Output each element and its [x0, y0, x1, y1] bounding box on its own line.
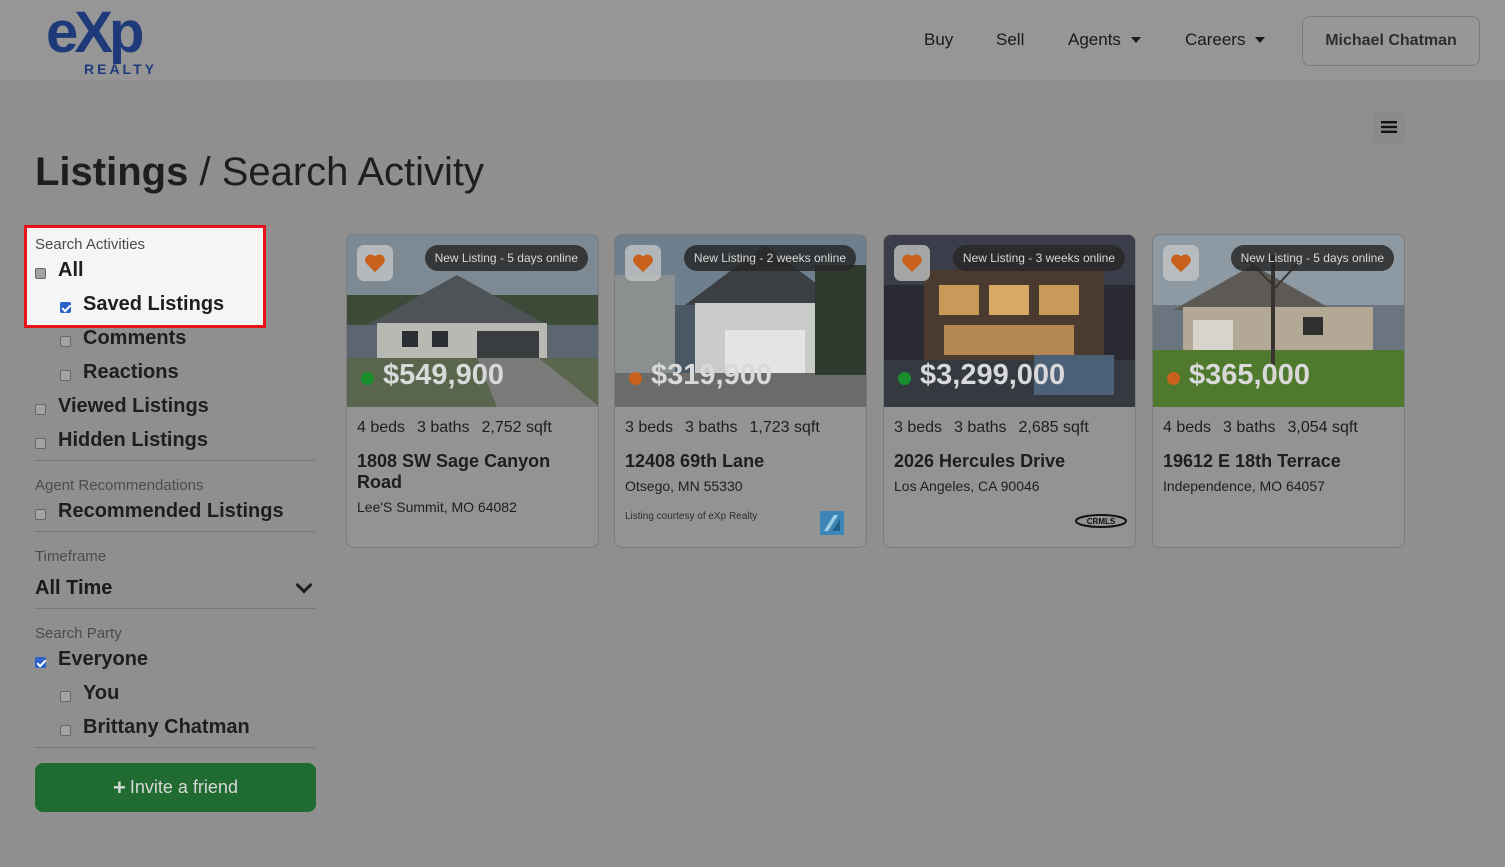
divider [35, 747, 316, 748]
checkbox[interactable] [60, 335, 71, 347]
listing-city: Los Angeles, CA 90046 [894, 478, 1040, 494]
listing-price: $549,900 [361, 359, 504, 392]
filter-viewed-listings[interactable]: Viewed Listings [35, 389, 316, 423]
filter-brittany-chatman[interactable]: Brittany Chatman [35, 710, 316, 744]
checkbox[interactable] [60, 724, 71, 736]
listing-photo[interactable]: New Listing - 2 weeks online $319,900 [615, 235, 866, 407]
listing-address[interactable]: 1808 SW Sage Canyon Road [347, 437, 598, 493]
hamburger-icon [1381, 121, 1397, 133]
heart-icon [633, 254, 653, 273]
checkbox[interactable] [35, 267, 46, 279]
listing-card[interactable]: New Listing - 5 days online $549,900 4 b… [346, 234, 599, 548]
listing-age-badge: New Listing - 3 weeks online [952, 245, 1125, 271]
page-title: Listings / Search Activity [35, 150, 485, 194]
listing-card[interactable]: New Listing - 5 days online $365,000 4 b… [1152, 234, 1405, 548]
nav-buy[interactable]: Buy [924, 30, 953, 50]
filter-sidebar: Search Activities All Saved Listings Com… [35, 228, 316, 812]
listing-specs: 4 beds 3 baths 3,054 sqft [1163, 419, 1358, 436]
checkbox[interactable] [60, 369, 71, 381]
listing-photo[interactable]: New Listing - 5 days online $365,000 [1153, 235, 1404, 407]
nav-sell[interactable]: Sell [996, 30, 1024, 50]
listing-photo[interactable]: New Listing - 5 days online $549,900 [347, 235, 598, 407]
divider [35, 460, 316, 461]
user-account-button[interactable]: Michael Chatman [1302, 16, 1480, 66]
listing-age-badge: New Listing - 5 days online [1230, 245, 1394, 271]
status-dot [629, 372, 642, 385]
divider [35, 531, 316, 532]
favorite-button[interactable] [357, 245, 393, 281]
filter-all[interactable]: All [35, 253, 316, 287]
checkbox[interactable] [35, 403, 46, 415]
checkbox[interactable] [35, 508, 46, 520]
heart-icon [1171, 254, 1191, 273]
filter-saved-listings[interactable]: Saved Listings [35, 287, 316, 321]
listing-specs: 4 beds 3 baths 2,752 sqft [357, 419, 552, 436]
listing-price: $365,000 [1167, 359, 1310, 392]
section-label-search-party: Search Party [35, 625, 122, 642]
timeframe-select[interactable]: All Time [35, 571, 316, 605]
exp-realty-logo[interactable]: eXp REALTY [46, 4, 186, 78]
breadcrumb-listings[interactable]: Listings [35, 150, 188, 194]
favorite-button[interactable] [1163, 245, 1199, 281]
filter-reactions[interactable]: Reactions [35, 355, 316, 389]
filter-recommended-listings[interactable]: Recommended Listings [35, 494, 316, 528]
listing-address[interactable]: 19612 E 18th Terrace [1153, 437, 1404, 472]
filter-you[interactable]: You [35, 676, 316, 710]
section-label-search-activities: Search Activities [35, 236, 146, 253]
checkbox[interactable] [60, 690, 71, 702]
caret-down-icon [1255, 37, 1266, 43]
listing-specs: 3 beds 3 baths 1,723 sqft [625, 419, 820, 436]
divider [35, 608, 316, 609]
svg-text:eXp: eXp [46, 4, 143, 65]
crmls-logo: CRMLS [1075, 514, 1127, 528]
listing-photo[interactable]: New Listing - 3 weeks online $3,299,000 [884, 235, 1135, 407]
nav-agents-dropdown[interactable]: Agents [1068, 30, 1141, 50]
listing-address[interactable]: 2026 Hercules Drive [884, 437, 1135, 472]
caret-down-icon [1130, 37, 1141, 43]
listing-price: $319,900 [629, 359, 772, 392]
menu-toggle-button[interactable] [1373, 111, 1405, 143]
breadcrumb-current: Search Activity [221, 150, 485, 194]
mls-logo-icon [820, 511, 844, 535]
favorite-button[interactable] [625, 245, 661, 281]
filter-comments[interactable]: Comments [35, 321, 316, 355]
heart-icon [365, 254, 385, 273]
checkbox-checked[interactable] [35, 656, 46, 668]
listing-price: $3,299,000 [898, 359, 1065, 392]
heart-icon [902, 254, 922, 273]
nav-careers-dropdown[interactable]: Careers [1185, 30, 1266, 50]
listing-city: Otsego, MN 55330 [625, 478, 743, 494]
listing-city: Lee'S Summit, MO 64082 [357, 499, 517, 515]
svg-text:CRMLS: CRMLS [1087, 517, 1116, 526]
checkbox[interactable] [35, 437, 46, 449]
filter-everyone[interactable]: Everyone [35, 642, 316, 676]
listing-address[interactable]: 12408 69th Lane [615, 437, 866, 472]
section-label-agent-recommendations: Agent Recommendations [35, 477, 204, 494]
listing-card[interactable]: New Listing - 2 weeks online $319,900 3 … [614, 234, 867, 548]
status-dot [361, 372, 374, 385]
listing-age-badge: New Listing - 5 days online [424, 245, 588, 271]
listing-courtesy: Listing courtesy of eXp Realty [625, 511, 758, 522]
favorite-button[interactable] [894, 245, 930, 281]
section-label-timeframe: Timeframe [35, 548, 107, 565]
chevron-down-icon [295, 576, 313, 594]
listing-card[interactable]: New Listing - 3 weeks online $3,299,000 … [883, 234, 1136, 548]
listing-age-badge: New Listing - 2 weeks online [683, 245, 856, 271]
status-dot [1167, 372, 1180, 385]
svg-text:REALTY: REALTY [84, 61, 157, 77]
filter-hidden-listings[interactable]: Hidden Listings [35, 423, 316, 457]
listing-city: Independence, MO 64057 [1163, 478, 1325, 494]
listing-specs: 3 beds 3 baths 2,685 sqft [894, 419, 1089, 436]
plus-icon: + [113, 774, 126, 800]
status-dot [898, 372, 911, 385]
invite-friend-button[interactable]: + Invite a friend [35, 763, 316, 812]
top-header: eXp REALTY Buy Sell Agents Careers Micha… [0, 0, 1505, 81]
checkbox-checked[interactable] [60, 301, 71, 313]
